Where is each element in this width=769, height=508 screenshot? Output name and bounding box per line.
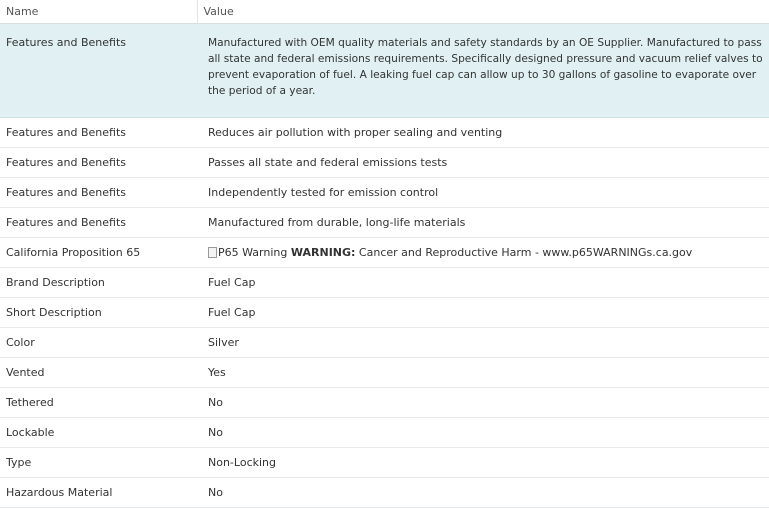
attribute-name: Short Description bbox=[0, 297, 197, 328]
attribute-name: Hazardous Material bbox=[0, 477, 197, 508]
broken-image-icon bbox=[208, 246, 217, 258]
attribute-value: Manufactured with OEM quality materials … bbox=[197, 23, 769, 118]
table-row[interactable]: Hazardous Material No bbox=[0, 477, 769, 508]
table-row[interactable]: Short Description Fuel Cap bbox=[0, 297, 769, 328]
attribute-name: Lockable bbox=[0, 417, 197, 448]
attribute-name: Brand Description bbox=[0, 267, 197, 298]
warning-text: Cancer and Reproductive Harm - www.p65WA… bbox=[358, 245, 693, 259]
table-row[interactable]: Tethered No bbox=[0, 387, 769, 418]
table-row[interactable]: Color Silver bbox=[0, 327, 769, 358]
attribute-value: Yes bbox=[197, 357, 769, 388]
attribute-name: Features and Benefits bbox=[0, 117, 197, 148]
attribute-name: Color bbox=[0, 327, 197, 358]
p65-warning-image-alt: P65 Warning bbox=[218, 245, 288, 259]
column-header-name[interactable]: Name bbox=[0, 0, 197, 24]
attribute-value: Silver bbox=[197, 327, 769, 358]
attribute-value: P65 Warning WARNING: Cancer and Reproduc… bbox=[197, 237, 769, 268]
table-row[interactable]: Type Non-Locking bbox=[0, 447, 769, 478]
warning-label: WARNING: bbox=[290, 245, 356, 259]
attribute-name: Features and Benefits bbox=[0, 147, 197, 178]
table-row[interactable]: California Proposition 65 P65 Warning WA… bbox=[0, 237, 769, 268]
attribute-value: No bbox=[197, 417, 769, 448]
attribute-name: Type bbox=[0, 447, 197, 478]
table-row[interactable]: Features and Benefits Reduces air pollut… bbox=[0, 117, 769, 148]
table-row[interactable]: Features and Benefits Manufactured from … bbox=[0, 207, 769, 238]
attribute-value: Manufactured from durable, long-life mat… bbox=[197, 207, 769, 238]
attribute-name: Features and Benefits bbox=[0, 23, 197, 118]
attribute-value: Non-Locking bbox=[197, 447, 769, 478]
table-row[interactable]: Features and Benefits Independently test… bbox=[0, 177, 769, 208]
table-row[interactable]: Vented Yes bbox=[0, 357, 769, 388]
attribute-name: Features and Benefits bbox=[0, 207, 197, 238]
column-header-value[interactable]: Value bbox=[196, 0, 769, 24]
attribute-name: California Proposition 65 bbox=[0, 237, 197, 268]
attribute-value: Fuel Cap bbox=[197, 267, 769, 298]
attribute-value: Passes all state and federal emissions t… bbox=[197, 147, 769, 178]
attributes-table: Name Value Features and Benefits Manufac… bbox=[0, 0, 769, 508]
attribute-name: Features and Benefits bbox=[0, 177, 197, 208]
attribute-value: No bbox=[197, 477, 769, 508]
table-row[interactable]: Features and Benefits Passes all state a… bbox=[0, 147, 769, 178]
header-row: Name Value bbox=[0, 0, 769, 24]
attribute-value: Fuel Cap bbox=[197, 297, 769, 328]
attribute-value: Independently tested for emission contro… bbox=[197, 177, 769, 208]
attribute-value: No bbox=[197, 387, 769, 418]
attribute-name: Vented bbox=[0, 357, 197, 388]
attribute-value: Reduces air pollution with proper sealin… bbox=[197, 117, 769, 148]
attribute-name: Tethered bbox=[0, 387, 197, 418]
table-row[interactable]: Lockable No bbox=[0, 417, 769, 448]
table-row[interactable]: Brand Description Fuel Cap bbox=[0, 267, 769, 298]
table-row-selected[interactable]: Features and Benefits Manufactured with … bbox=[0, 23, 769, 118]
